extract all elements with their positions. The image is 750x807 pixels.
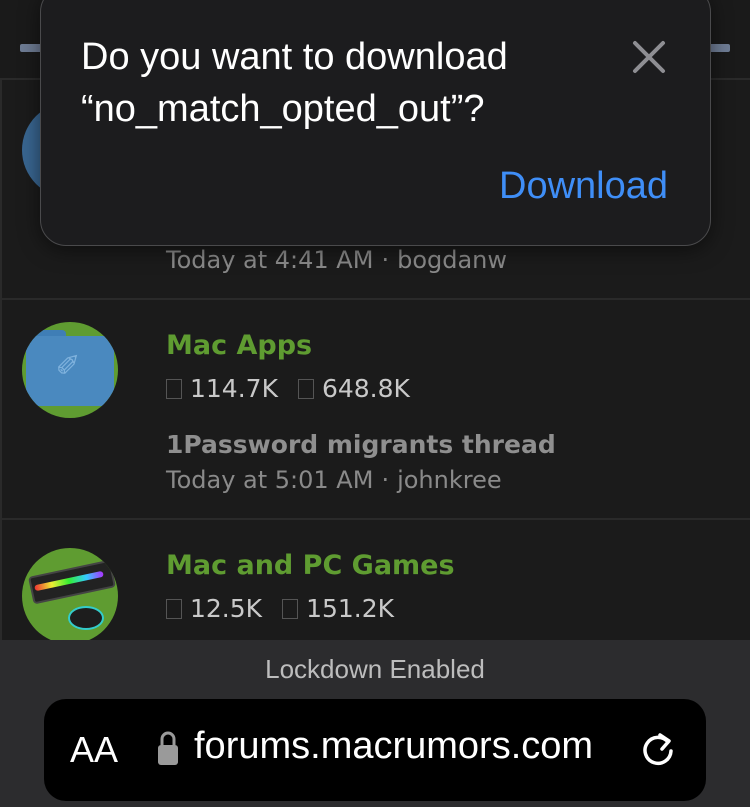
download-prompt: Do you want to download “no_match_opted_… [81, 36, 508, 130]
messages-icon [297, 379, 314, 399]
latest-thread-title[interactable]: 1Password migrants thread [166, 430, 556, 459]
mouse-shape [68, 606, 104, 630]
app-store-icon: ✐ [55, 349, 81, 384]
threads-icon [166, 379, 182, 399]
latest-post-time: Today at 4:41 AM [166, 246, 374, 274]
address-bar[interactable]: AA forums.macrumors.com [44, 699, 706, 801]
threads-count: 114.7K [190, 374, 278, 403]
meta-separator: · [381, 246, 390, 274]
latest-post-meta: Today at 4:41 AM · bogdanw [166, 246, 507, 274]
row-divider [0, 80, 2, 298]
latest-post-user[interactable]: bogdanw [397, 246, 507, 274]
reload-icon[interactable] [638, 729, 678, 769]
close-icon[interactable] [629, 37, 669, 77]
meta-separator: · [381, 466, 390, 494]
messages-icon [282, 599, 299, 619]
header-underline-left [20, 44, 42, 52]
forum-stats: 12.5K 151.2K [166, 594, 394, 623]
app-folder-icon: ✐ [22, 322, 118, 418]
latest-post-meta: Today at 5:01 AM · johnkree [166, 466, 502, 494]
lockdown-status: Lockdown Enabled [265, 654, 485, 684]
threads-icon [166, 599, 182, 619]
url-text[interactable]: forums.macrumors.com [194, 725, 593, 768]
messages-count: 648.8K [321, 374, 410, 403]
forum-stats: 114.7K 648.8K [166, 374, 410, 403]
forum-row[interactable]: Mac and PC Games 12.5K 151.2K [0, 518, 750, 640]
threads-count: 12.5K [190, 594, 263, 623]
header-underline-right [708, 44, 730, 52]
download-button[interactable]: Download [499, 165, 668, 208]
forum-title[interactable]: Mac Apps [166, 330, 312, 361]
row-divider [0, 300, 2, 518]
messages-count: 151.2K [306, 594, 395, 623]
forum-row[interactable]: ✐ Mac Apps 114.7K 648.8K 1Password migran… [0, 298, 750, 518]
download-dialog: Do you want to download “no_match_opted_… [40, 0, 711, 246]
lock-icon [158, 731, 178, 765]
latest-post-user[interactable]: johnkree [397, 466, 502, 494]
forum-title[interactable]: Mac and PC Games [166, 550, 455, 581]
reader-options-button[interactable]: AA [70, 729, 118, 771]
latest-post-time: Today at 5:01 AM [166, 466, 374, 494]
games-icon [22, 548, 118, 640]
row-divider [0, 520, 2, 640]
